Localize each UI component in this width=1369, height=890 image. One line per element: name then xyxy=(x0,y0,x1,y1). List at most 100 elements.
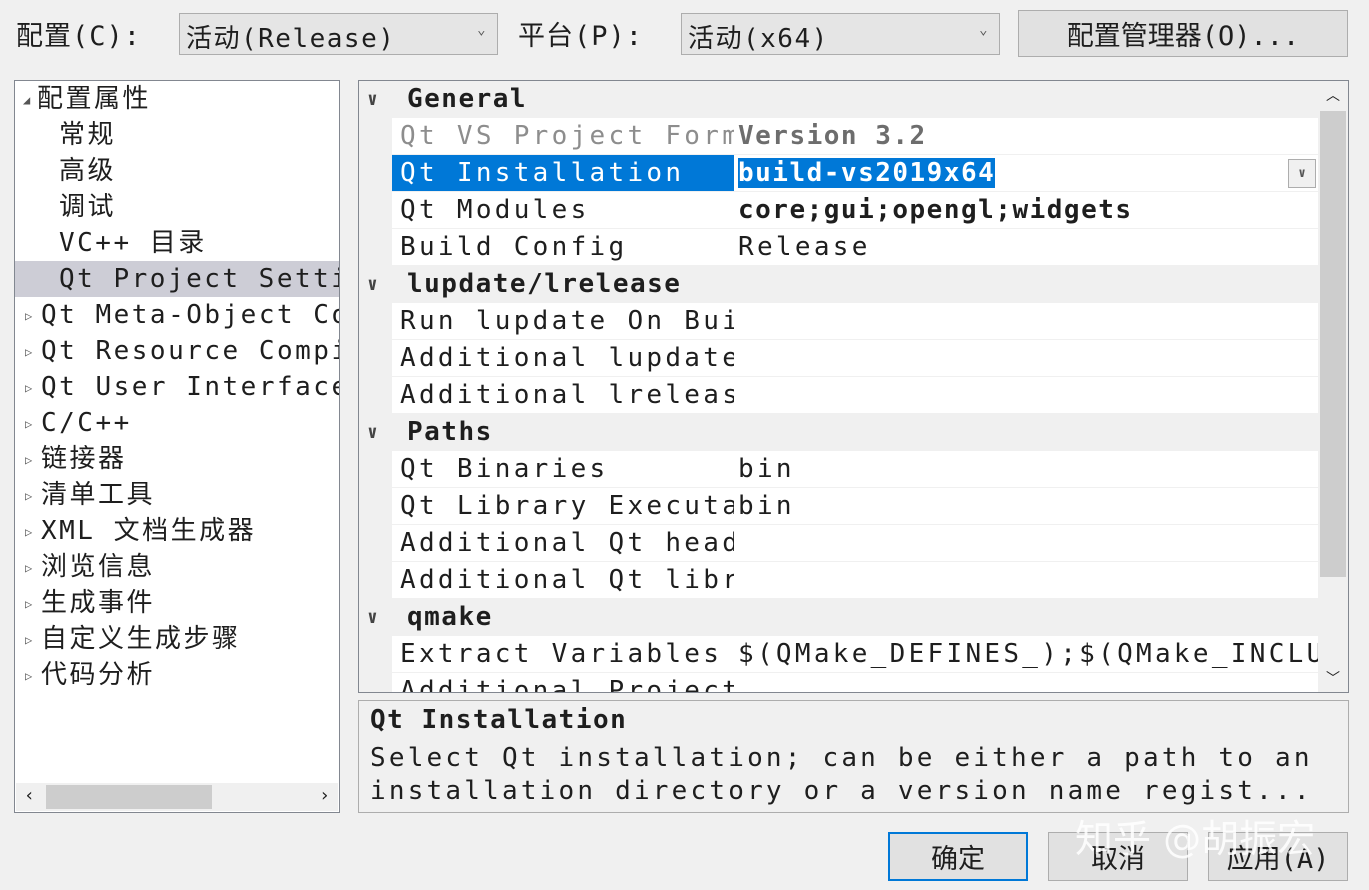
tree-item-label: 自定义生成步骤 xyxy=(41,624,241,654)
collapsed-triangle-icon[interactable]: ▷ xyxy=(25,298,41,334)
property-grid[interactable]: ∨ General Qt VS Project Format VersionVers… xyxy=(358,80,1349,693)
dropdown-chevron-icon[interactable]: ∨ xyxy=(1288,159,1316,188)
tree-item-label: Qt User Interface Compiler xyxy=(41,372,339,402)
platform-combo[interactable]: 活动(x64) ⌄ xyxy=(681,13,1000,55)
property-name: Build Config xyxy=(392,229,734,266)
property-row[interactable]: Qt VS Project Format VersionVersion 3.2 xyxy=(359,118,1318,155)
collapsed-triangle-icon[interactable]: ▷ xyxy=(25,622,41,658)
description-text: Select Qt installation; can be either a … xyxy=(370,743,1313,773)
tree-item[interactable]: ▷ 自定义生成步骤 xyxy=(15,621,339,657)
property-row[interactable]: Additional Project Settings xyxy=(359,673,1318,692)
row-gutter xyxy=(359,377,392,414)
tree-item[interactable]: VC++ 目录 xyxy=(15,225,339,261)
tree-item-label: 配置属性 xyxy=(37,84,152,114)
category-header[interactable]: ∨ General xyxy=(359,81,1318,118)
property-value[interactable] xyxy=(734,377,1318,414)
property-value[interactable]: bin xyxy=(734,451,1318,488)
property-name: Extract Variables xyxy=(392,636,734,673)
collapsed-triangle-icon[interactable]: ▷ xyxy=(25,334,41,370)
collapsed-triangle-icon[interactable]: ▷ xyxy=(25,550,41,586)
property-value[interactable] xyxy=(734,303,1318,340)
collapsed-triangle-icon[interactable]: ▷ xyxy=(25,406,41,442)
category-header[interactable]: ∨ qmake xyxy=(359,599,1318,636)
property-value[interactable]: Release xyxy=(734,229,1318,266)
vertical-scrollbar[interactable]: ︿ ﹀ xyxy=(1318,81,1348,692)
config-combo[interactable]: 活动(Release) ⌄ xyxy=(179,13,498,55)
collapse-chevron-icon[interactable]: ∨ xyxy=(367,81,379,118)
row-gutter xyxy=(359,192,392,229)
property-value[interactable]: $(QMake_DEFINES_);$(QMake_INCLUDEPATH_) xyxy=(734,636,1318,673)
ok-button[interactable]: 确定 xyxy=(888,832,1028,881)
collapsed-triangle-icon[interactable]: ▷ xyxy=(25,586,41,622)
tree-item[interactable]: ▷Qt User Interface Compiler xyxy=(15,369,339,405)
property-value-text: build-vs2019x64 xyxy=(738,158,996,188)
property-row[interactable]: Additional Qt library search paths xyxy=(359,562,1318,599)
scroll-right-icon[interactable]: › xyxy=(319,785,330,806)
tree-item[interactable]: 调试 xyxy=(15,189,339,225)
category-name: Paths xyxy=(407,417,493,447)
property-value[interactable] xyxy=(734,525,1318,562)
property-value[interactable]: bin xyxy=(734,488,1318,525)
scrollbar-thumb[interactable] xyxy=(46,785,212,809)
horizontal-scrollbar[interactable]: ‹ › xyxy=(16,783,338,811)
property-value[interactable]: Version 3.2 xyxy=(734,118,1318,155)
property-name: Additional lupdate Options xyxy=(392,340,734,377)
collapsed-triangle-icon[interactable]: ▷ xyxy=(25,442,41,478)
collapse-chevron-icon[interactable]: ∨ xyxy=(367,266,379,303)
property-row[interactable]: Build Config Release xyxy=(359,229,1318,266)
expanded-triangle-icon[interactable]: ◢ xyxy=(23,82,37,118)
tree-item[interactable]: ▷Qt Meta-Object Compiler xyxy=(15,297,339,333)
tree-item[interactable]: ▷ XML 文档生成器 xyxy=(15,513,339,549)
tree-item[interactable]: ▷Qt Resource Compiler xyxy=(15,333,339,369)
category-header[interactable]: ∨ lupdate/lrelease xyxy=(359,266,1318,303)
tree-item-label: 高级 xyxy=(59,156,117,186)
tree-item[interactable]: ▷ 生成事件 xyxy=(15,585,339,621)
row-gutter xyxy=(359,155,392,192)
description-panel: Qt Installation Select Qt installation; … xyxy=(358,700,1349,813)
property-row[interactable]: Additional lrelease Options xyxy=(359,377,1318,414)
collapsed-triangle-icon[interactable]: ▷ xyxy=(25,370,41,406)
chevron-down-icon: ⌄ xyxy=(979,22,989,38)
tree-item[interactable]: ◢ 配置属性 xyxy=(15,81,339,117)
tree-item[interactable]: ▷ 链接器 xyxy=(15,441,339,477)
tree-item[interactable]: Qt Project Settings xyxy=(15,261,339,297)
property-row[interactable]: Qt Binaries bin xyxy=(359,451,1318,488)
property-row[interactable]: Additional Qt header search paths xyxy=(359,525,1318,562)
scrollbar-thumb[interactable] xyxy=(1320,111,1346,577)
tree-item[interactable]: 常规 xyxy=(15,117,339,153)
tree-item[interactable]: ▷ 清单工具 xyxy=(15,477,339,513)
property-row[interactable]: Extract Variables $(QMake_DEFINES_);$(QMa… xyxy=(359,636,1318,673)
tree-item[interactable]: ▷ 代码分析 xyxy=(15,657,339,693)
tree-item[interactable]: ▷ 浏览信息 xyxy=(15,549,339,585)
category-header[interactable]: ∨ Paths xyxy=(359,414,1318,451)
collapsed-triangle-icon[interactable]: ▷ xyxy=(25,478,41,514)
property-value[interactable] xyxy=(734,340,1318,377)
scroll-down-icon[interactable]: ﹀ xyxy=(1326,668,1340,688)
config-manager-button[interactable]: 配置管理器(O)... xyxy=(1018,10,1348,57)
property-value[interactable]: build-vs2019x64 ∨ xyxy=(734,155,1318,192)
collapse-chevron-icon[interactable]: ∨ xyxy=(367,599,379,636)
property-row[interactable]: Qt Modules core;gui;opengl;widgets xyxy=(359,192,1318,229)
row-gutter xyxy=(359,451,392,488)
property-value-text: bin xyxy=(738,454,795,484)
chevron-down-icon: ⌄ xyxy=(477,22,487,38)
property-value[interactable] xyxy=(734,673,1318,692)
property-value[interactable]: core;gui;opengl;widgets xyxy=(734,192,1318,229)
config-label: 配置(C): xyxy=(16,21,142,52)
property-row[interactable]: Run lupdate On Build xyxy=(359,303,1318,340)
property-tree[interactable]: ◢配置属性常规高级调试VC++ 目录Qt Project Settings▷Qt… xyxy=(14,80,340,813)
tree-item[interactable]: 高级 xyxy=(15,153,339,189)
tree-item[interactable]: ▷ C/C++ xyxy=(15,405,339,441)
scroll-left-icon[interactable]: ‹ xyxy=(24,785,35,806)
row-gutter xyxy=(359,488,392,525)
property-row[interactable]: Qt Installation build-vs2019x64 ∨ xyxy=(359,155,1318,192)
scroll-up-icon[interactable]: ︿ xyxy=(1326,85,1340,105)
collapsed-triangle-icon[interactable]: ▷ xyxy=(25,658,41,694)
property-value[interactable] xyxy=(734,562,1318,599)
property-row[interactable]: Qt Library Executablesbin xyxy=(359,488,1318,525)
tree-item-label: Qt Project Settings xyxy=(59,264,339,294)
property-row[interactable]: Additional lupdate Options xyxy=(359,340,1318,377)
collapse-chevron-icon[interactable]: ∨ xyxy=(367,414,379,451)
tree-item-label: 生成事件 xyxy=(41,588,156,618)
collapsed-triangle-icon[interactable]: ▷ xyxy=(25,514,41,550)
